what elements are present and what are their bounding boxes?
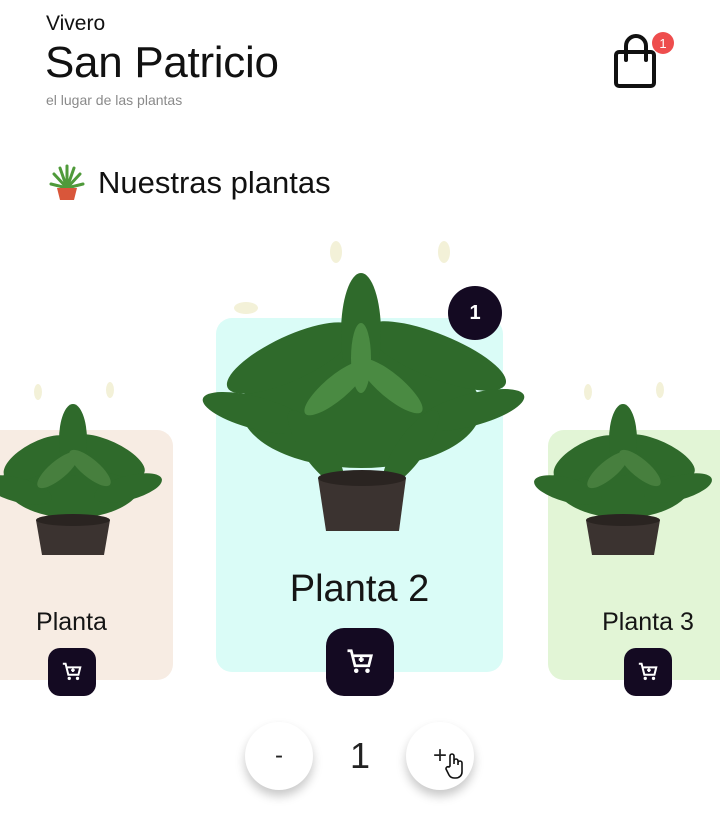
add-to-cart-button[interactable] [624,648,672,696]
plant-name: Planta 2 [289,568,430,610]
plant-card-1[interactable]: Planta [0,382,173,696]
cart-icon [62,662,82,681]
plant-card-2[interactable]: Planta 2 [202,241,525,696]
plant-image [202,241,525,531]
add-to-cart-button[interactable] [48,648,96,696]
quantity-value: 1 [349,735,371,776]
decrement-button[interactable]: - [245,722,313,790]
plant-card-3[interactable]: Planta 3 [534,382,720,696]
plant-name: Planta [36,608,107,636]
cart-icon [638,662,658,681]
add-to-cart-button[interactable] [326,628,394,696]
section-header: Nuestras plantas [46,162,331,204]
plant-image [0,382,162,555]
quantity-badge: 1 [448,286,502,340]
plant-name: Planta 3 [602,608,694,636]
page-title: San Patricio [45,38,279,87]
cart-button[interactable]: 1 [612,30,674,90]
header-eyebrow: Vivero [46,12,106,35]
cart-count-badge: 1 [652,32,674,54]
cart-icon [347,649,374,673]
increment-button[interactable]: + [406,722,474,790]
tagline: el lugar de las plantas [46,92,183,108]
plant-image [534,382,712,555]
section-title: Nuestras plantas [98,165,331,200]
potted-plant-icon [49,164,85,200]
hand-pointer-icon [445,753,463,779]
